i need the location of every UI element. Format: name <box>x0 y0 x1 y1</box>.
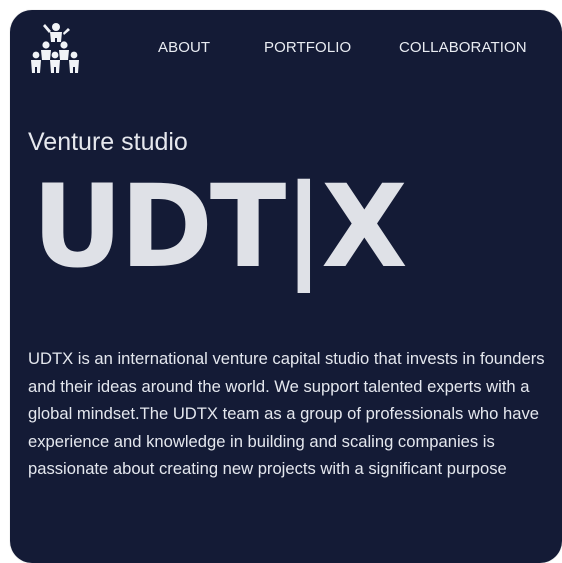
team-pyramid-icon[interactable] <box>28 22 82 74</box>
hero-card: ABOUT PORTFOLIO COLLABORATION Venture st… <box>10 10 562 563</box>
hero-description: UDTX is an international venture capital… <box>28 349 545 478</box>
nav-collaboration[interactable]: COLLABORATION <box>399 39 527 56</box>
brand-wordmark: UDT|X <box>32 160 408 294</box>
nav-about[interactable]: ABOUT <box>158 39 210 56</box>
hero-subtitle: Venture studio <box>28 128 188 156</box>
nav-portfolio[interactable]: PORTFOLIO <box>264 39 351 56</box>
